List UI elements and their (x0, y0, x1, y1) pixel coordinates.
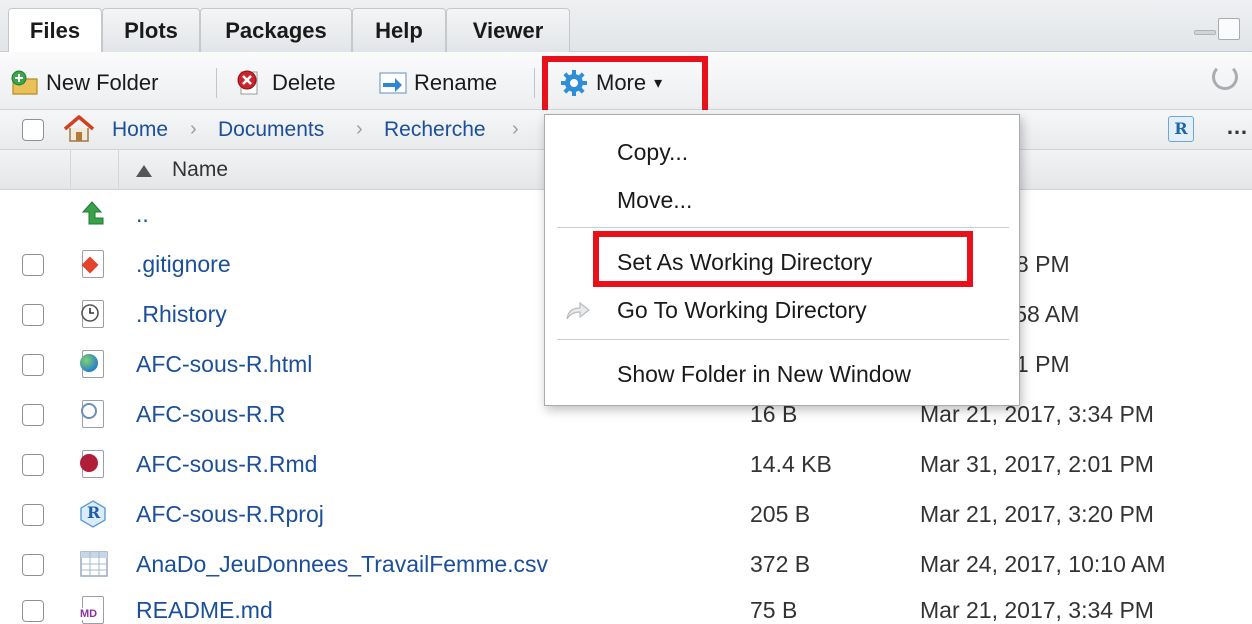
file-size: 75 B (750, 597, 798, 623)
toolbar-separator (534, 68, 535, 98)
rmarkdown-file-icon (80, 450, 106, 480)
more-dropdown-menu: Copy... Move... Set As Working Directory… (544, 114, 1020, 406)
file-name[interactable]: AFC-sous-R.Rmd (136, 451, 317, 478)
set-working-directory-highlight (593, 231, 973, 287)
history-file-icon (80, 300, 106, 330)
tab-files[interactable]: Files (8, 8, 102, 53)
chevron-right-icon: › (190, 118, 197, 140)
file-name[interactable]: AFC-sous-R.R (136, 401, 286, 428)
rename-label: Rename (414, 70, 498, 95)
file-modified: Mar 24, 2017, 10:10 AM (920, 551, 1166, 577)
breadcrumb-documents[interactable]: Documents (218, 118, 324, 142)
new-folder-label: New Folder (46, 70, 159, 95)
column-divider (70, 150, 71, 190)
file-size: 14.4 KB (750, 451, 832, 477)
csv-file-icon (80, 550, 108, 580)
breadcrumb-recherche[interactable]: Recherche (384, 118, 486, 142)
rproject-file-icon: R (80, 500, 106, 530)
menu-item-move[interactable]: Move... (617, 187, 692, 214)
toolbar-separator (216, 68, 217, 98)
menu-item-show-folder-new-window[interactable]: Show Folder in New Window (617, 361, 911, 388)
file-name[interactable]: AnaDo_JeuDonnees_TravailFemme.csv (136, 551, 548, 578)
html-file-icon (80, 350, 106, 380)
file-checkbox[interactable] (22, 504, 44, 526)
delete-button[interactable]: Delete (236, 66, 336, 100)
delete-icon (236, 69, 264, 97)
menu-item-go-to-working-directory[interactable]: Go To Working Directory (617, 297, 867, 324)
file-checkbox[interactable] (22, 454, 44, 476)
rename-button[interactable]: Rename (378, 66, 497, 100)
r-script-icon (80, 400, 106, 430)
file-checkbox[interactable] (22, 554, 44, 576)
tab-viewer[interactable]: Viewer (446, 8, 570, 52)
file-checkbox[interactable] (22, 254, 44, 276)
pane-tab-bar: Files Plots Packages Help Viewer (0, 0, 1252, 53)
more-path-ellipsis[interactable]: … (1226, 114, 1248, 140)
file-checkbox[interactable] (22, 354, 44, 376)
file-checkbox[interactable] (22, 304, 44, 326)
select-all-checkbox[interactable] (22, 119, 44, 141)
rproject-icon[interactable]: R (1168, 116, 1194, 142)
file-name[interactable]: .gitignore (136, 251, 231, 278)
menu-separator (557, 339, 1009, 340)
file-modified: Mar 31, 2017, 2:01 PM (920, 451, 1154, 477)
file-size: 372 B (750, 551, 811, 577)
file-modified: Mar 21, 2017, 3:34 PM (920, 597, 1154, 623)
new-folder-icon (10, 69, 38, 97)
tab-plots[interactable]: Plots (102, 8, 200, 52)
delete-label: Delete (272, 70, 336, 95)
refresh-icon[interactable] (1212, 64, 1238, 90)
file-row[interactable]: AnaDo_JeuDonnees_TravailFemme.csv 372 B … (0, 540, 1252, 590)
name-column-header[interactable]: Name (172, 158, 228, 182)
go-to-arrow-icon (565, 301, 591, 326)
file-name[interactable]: .Rhistory (136, 301, 227, 328)
markdown-file-icon: MD (80, 596, 106, 624)
files-toolbar: New Folder Delete Rename More ▾ (0, 52, 1252, 124)
file-name[interactable]: README.md (136, 597, 273, 624)
home-icon[interactable] (62, 114, 96, 149)
file-row[interactable]: MD README.md 75 B Mar 21, 2017, 3:34 PM (0, 586, 1252, 624)
menu-separator (557, 227, 1009, 228)
up-arrow-icon (80, 198, 108, 233)
rename-icon (378, 69, 407, 97)
file-name[interactable]: AFC-sous-R.Rproj (136, 501, 324, 528)
file-name[interactable]: AFC-sous-R.html (136, 351, 312, 378)
parent-directory-link[interactable]: .. (136, 201, 149, 228)
new-folder-button[interactable]: New Folder (10, 66, 158, 100)
chevron-right-icon: › (356, 118, 363, 140)
chevron-right-icon: › (512, 118, 519, 140)
breadcrumb-home[interactable]: Home (112, 118, 168, 142)
tab-packages[interactable]: Packages (200, 8, 352, 52)
sort-ascending-icon (136, 165, 152, 177)
file-modified: Mar 21, 2017, 3:20 PM (920, 501, 1154, 527)
maximize-pane-button[interactable] (1218, 18, 1240, 40)
file-size: 205 B (750, 501, 811, 527)
git-file-icon (80, 250, 106, 280)
file-row[interactable]: AFC-sous-R.Rmd 14.4 KB Mar 31, 2017, 2:0… (0, 440, 1252, 490)
file-row[interactable]: R AFC-sous-R.Rproj 205 B Mar 21, 2017, 3… (0, 490, 1252, 540)
minimize-pane-button[interactable] (1194, 30, 1216, 35)
column-divider (118, 150, 119, 190)
file-checkbox[interactable] (22, 404, 44, 426)
tab-help[interactable]: Help (352, 8, 446, 52)
file-checkbox[interactable] (22, 600, 44, 622)
menu-item-copy[interactable]: Copy... (617, 139, 688, 166)
